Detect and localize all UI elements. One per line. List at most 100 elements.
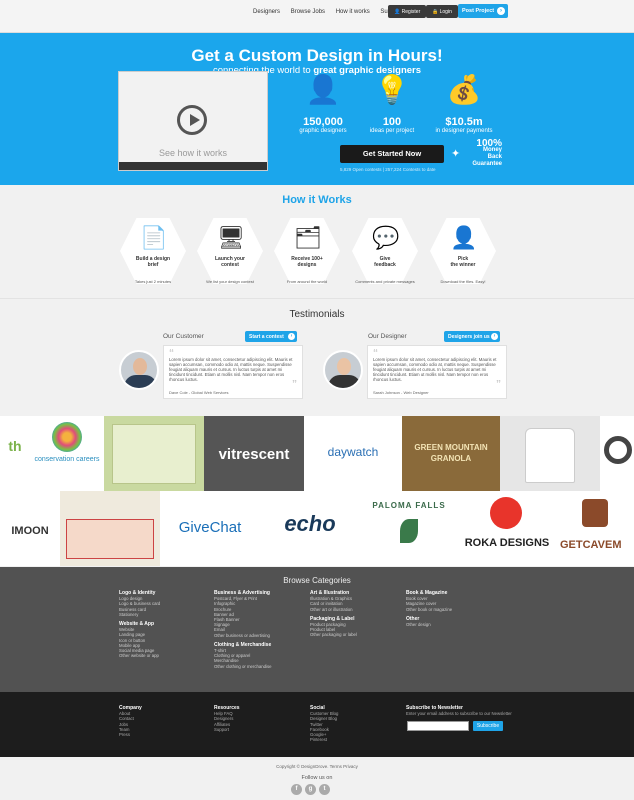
video-controls[interactable] xyxy=(119,162,267,170)
designs-icon: 🗂 xyxy=(294,225,322,250)
footer-link[interactable]: Press xyxy=(119,732,142,737)
category-link[interactable]: Other book or magazine xyxy=(406,607,452,612)
gallery-tile[interactable]: GREEN MOUNTAIN GRANOLA xyxy=(402,416,500,491)
gallery-tile[interactable]: daywatch xyxy=(304,416,402,491)
step-label: Receive 100+ designs xyxy=(274,256,340,268)
twitter-icon[interactable]: t xyxy=(319,784,330,795)
gallery-tile[interactable]: GiveChat xyxy=(160,491,260,566)
category-link[interactable]: Other website or app xyxy=(119,653,160,658)
step-label-line2: contest xyxy=(221,262,239,268)
footer-link[interactable]: Support xyxy=(214,727,240,732)
step-pick-winner: 👤 Pick the winner xyxy=(430,218,496,284)
contests-count: 5,829 Open contests | 257,224 Contests t… xyxy=(340,167,436,172)
facebook-icon[interactable]: f xyxy=(291,784,302,795)
step-build-brief: 📄 Build a design brief xyxy=(120,218,186,284)
browse-categories: Browse Categories Logo & Identity Logo de… xyxy=(0,567,634,692)
login-label: Login xyxy=(439,9,452,15)
footer-column-company: Company About Contact Jobs Team Press xyxy=(119,704,142,737)
footer-column-social: Social Customer Blog Designer Blog Twitter F… xyxy=(310,704,338,742)
gallery-tile-text: th xyxy=(8,438,22,454)
stat-designers: 👤 150,000 graphic designers xyxy=(287,71,359,134)
arrow-right-icon: › xyxy=(497,7,505,15)
step-sub: Comments and private messages xyxy=(355,279,415,284)
gallery-tile[interactable]: ROKA DESIGNS xyxy=(458,491,556,566)
gallery-tile[interactable]: PALOMA FALLS xyxy=(360,491,458,566)
gallery-tile[interactable]: echo xyxy=(260,491,360,566)
gallery-tile[interactable] xyxy=(500,416,600,491)
category-link[interactable]: Other clothing or merchandise xyxy=(214,664,272,669)
designers-join-button[interactable]: Designers join us › xyxy=(444,331,500,342)
gallery-tile-text: IMOON xyxy=(11,525,49,537)
gallery-tile[interactable]: IMOON xyxy=(0,491,60,566)
category-link[interactable]: Other business or advertising xyxy=(214,633,272,638)
gallery-tile[interactable] xyxy=(104,416,204,491)
gallery-row-2: IMOON GiveChat echo PALOMA FALLS ROKA DE… xyxy=(0,491,634,566)
gallery-tile-text: vitrescent xyxy=(218,446,290,463)
gallery-tile-text: echo xyxy=(284,511,336,536)
arrow-right-icon: › xyxy=(288,333,295,340)
gallery-tile[interactable]: vitrescent xyxy=(204,416,304,491)
designers-join-label: Designers join us xyxy=(448,334,490,340)
step-label-line2: brief xyxy=(147,262,159,268)
category-link[interactable]: Other design xyxy=(406,622,452,627)
hero-title: Get a Custom Design in Hours! xyxy=(191,46,443,65)
gallery-tile-text: daywatch xyxy=(327,445,379,459)
post-project-button[interactable]: Post Project › xyxy=(458,4,508,18)
nav-link-how-it-works[interactable]: How it works xyxy=(336,9,370,15)
login-button[interactable]: 🔒 Login xyxy=(426,5,458,18)
gallery-row-1: th conservation careers vitrescent daywa… xyxy=(0,416,634,491)
post-project-label: Post Project xyxy=(462,8,495,14)
nav-link-designers[interactable]: Designers xyxy=(253,9,280,15)
step-sub: Download the files. Easy! xyxy=(440,279,486,284)
category-link[interactable]: Other packaging or label xyxy=(310,632,357,637)
gallery-tile-text: GREEN MOUNTAIN GRANOLA xyxy=(414,443,488,463)
designer-quote: “ Lorem ipsum dolor sit amet, consectetu… xyxy=(367,345,507,399)
brief-icon: 📄 xyxy=(140,225,168,250)
register-button[interactable]: 👤 Register xyxy=(388,5,427,18)
money-back-guarantee: 100% Money Back Guarantee xyxy=(470,138,502,168)
gallery-tile-text: conservation careers xyxy=(34,456,100,463)
stat-label: ideas per project xyxy=(369,128,415,134)
subscribe-button[interactable]: Subscribe xyxy=(473,721,503,731)
browse-column: Book & Magazine Book cover Magazine cover O… xyxy=(406,589,452,627)
guarantee-percent: 100% xyxy=(476,138,502,149)
category-link[interactable]: Stationery xyxy=(119,612,160,617)
stat-ideas: 💡 100 ideas per project xyxy=(356,71,428,134)
designer-quote-text: Lorem ipsum dolor sit amet, consectetur … xyxy=(373,357,497,382)
gallery-tile[interactable] xyxy=(600,416,634,491)
footer-link[interactable]: Pinterest xyxy=(310,737,338,742)
play-icon[interactable] xyxy=(177,105,207,135)
gallery-tile[interactable]: th xyxy=(0,416,30,491)
footer: Company About Contact Jobs Team Press Resourc… xyxy=(0,692,634,757)
feedback-icon: 💬 xyxy=(372,225,400,250)
testimonials-title: Testimonials xyxy=(289,309,345,320)
start-contest-label: Start a contest xyxy=(249,334,284,340)
start-contest-button[interactable]: Start a contest › xyxy=(245,331,297,342)
guarantee-line1: Money Back xyxy=(482,147,502,160)
gallery-tile[interactable] xyxy=(60,491,160,566)
category-link[interactable]: Other art or illustration xyxy=(310,607,357,612)
lightbulb-icon: 💡 xyxy=(374,74,410,105)
nav-link-browse-jobs[interactable]: Browse Jobs xyxy=(291,9,325,15)
newsletter-email-input[interactable] xyxy=(407,721,469,731)
google-plus-icon[interactable]: g xyxy=(305,784,316,795)
category-link[interactable]: Logo & business card xyxy=(119,601,160,606)
designer-icon: 👤 xyxy=(305,74,341,105)
section-divider xyxy=(0,298,634,299)
customer-quote-text: Lorem ipsum dolor sit amet, consectetur … xyxy=(169,357,293,382)
designer-author: Sarah Johnson - Web Designer xyxy=(373,390,429,395)
browse-column: Logo & Identity Logo design Logo & busines… xyxy=(119,589,160,658)
gallery-tile[interactable]: GETCAVEM xyxy=(556,491,634,566)
gallery-tile-text: GETCAVEM xyxy=(560,539,622,551)
winner-icon: 👤 xyxy=(450,225,478,250)
gallery-tile[interactable]: conservation careers xyxy=(30,416,104,491)
designer-heading: Our Designer xyxy=(368,333,407,340)
top-nav: Designers Browse Jobs How it works Suppo… xyxy=(0,0,634,33)
footer-column-newsletter: Subscribe to Newsletter Enter your email… xyxy=(406,704,512,716)
get-started-button[interactable]: Get Started Now xyxy=(340,145,444,163)
customer-quote: “ Lorem ipsum dolor sit amet, consectetu… xyxy=(163,345,303,399)
footer-link[interactable]: Designer Blog xyxy=(310,716,338,721)
video-player[interactable]: See how it works xyxy=(118,71,268,171)
step-sub: From around the world xyxy=(286,279,328,284)
stat-number: 150,000 xyxy=(303,116,343,128)
